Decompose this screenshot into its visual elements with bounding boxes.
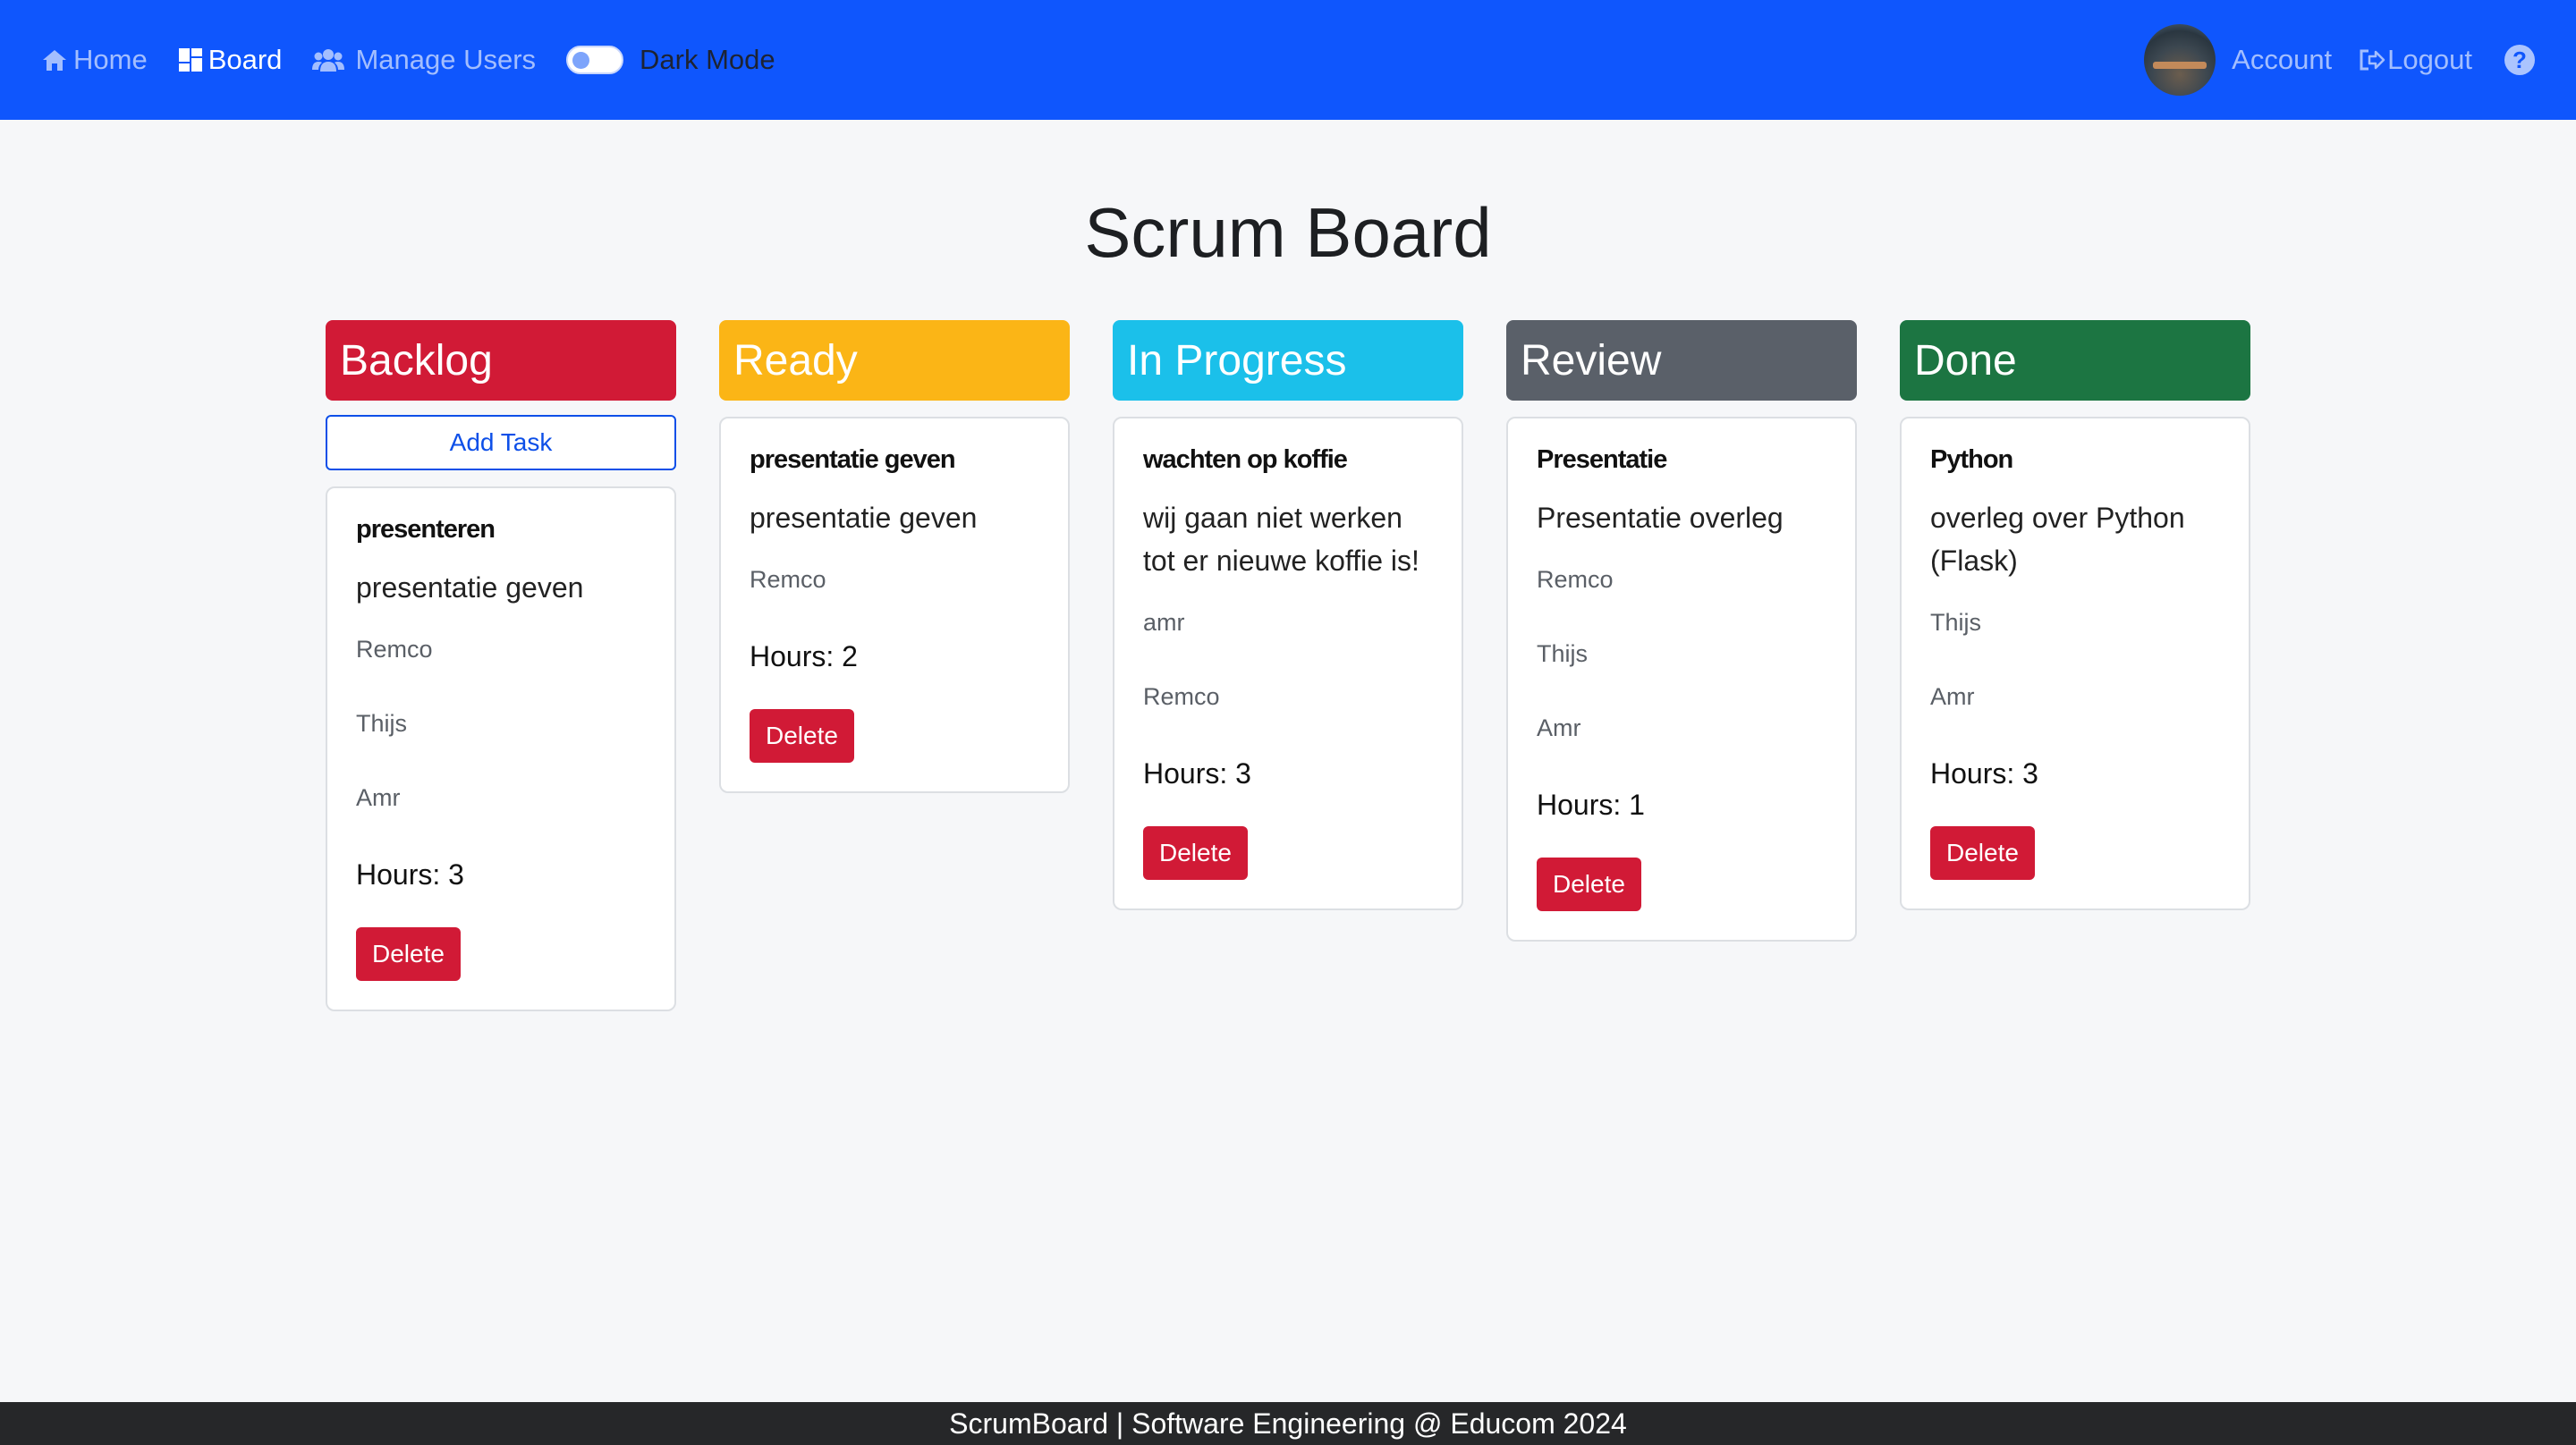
task-card[interactable]: presentatie geven presentatie geven Remco H… [719,417,1070,793]
task-hours: Hours: 3 [1143,757,1251,790]
delete-button[interactable]: Delete [750,709,854,763]
nav-logout-label: Logout [2387,44,2472,75]
task-description: presentatie geven [750,502,978,534]
column-header: Backlog [326,320,676,401]
nav-board-label: Board [208,44,283,75]
column-header: Review [1506,320,1857,401]
task-hours: Hours: 3 [356,858,464,891]
nav-logout-link[interactable]: Logout [2359,44,2472,76]
column-done: Done Python overleg over Python (Flask) Thi… [1900,320,2250,910]
nav-left-group: Home Board Manage Users Dark Mode [41,44,775,76]
task-assignee: Remco [1143,683,1220,710]
column-review: Review Presentatie Presentatie overleg Remc… [1506,320,1857,942]
board-icon [178,47,203,72]
task-title: Presentatie [1537,445,1667,474]
task-card[interactable]: Presentatie Presentatie overleg Remco Thijs… [1506,417,1857,942]
logout-icon [2359,48,2385,72]
column-header: Done [1900,320,2250,401]
toggle-knob [572,52,590,69]
task-assignee: Thijs [1930,609,1982,636]
nav-manage-users-link[interactable]: Manage Users [312,44,536,76]
nav-home-label: Home [73,44,148,75]
column-in-progress: In Progress wachten op koffie wij gaan nie… [1113,320,1463,910]
task-title: presenteren [356,515,496,544]
footer-text: ScrumBoard | Software Engineering @ Educ… [949,1407,1627,1440]
task-description: Presentatie overleg [1537,502,1784,534]
task-assignee: amr [1143,609,1185,636]
add-task-button[interactable]: Add Task [326,415,676,470]
column-header: Ready [719,320,1070,401]
task-assignee: Amr [1930,683,1975,710]
task-assignee: Remco [750,566,826,593]
task-title: wachten op koffie [1143,445,1348,474]
footer: ScrumBoard | Software Engineering @ Educ… [0,1402,2576,1445]
task-description: wij gaan niet werken tot er nieuwe koffi… [1143,502,1419,577]
nav-account-link[interactable]: Account [2232,44,2332,76]
task-card[interactable]: wachten op koffie wij gaan niet werken to… [1113,417,1463,910]
task-title: Python [1930,445,2013,474]
help-icon[interactable]: ? [2504,45,2535,75]
task-card[interactable]: Python overleg over Python (Flask) Thijs Am… [1900,417,2250,910]
column-ready: Ready presentatie geven presentatie geven R… [719,320,1070,793]
help-glyph: ? [2512,46,2527,73]
dark-mode-toggle[interactable] [566,46,624,74]
home-icon [41,47,68,72]
scrum-board: Backlog Add Task presenteren presentatie ge… [326,320,2250,1011]
task-assignee: Thijs [1537,640,1589,667]
page-title: Scrum Board [1084,193,1492,272]
task-assignee: Amr [356,784,401,811]
task-description: overleg over Python (Flask) [1930,502,2185,577]
column-header: In Progress [1113,320,1463,401]
task-hours: Hours: 1 [1537,789,1645,821]
nav-manage-users-label: Manage Users [355,44,537,75]
dark-mode-label: Dark Mode [640,44,775,75]
task-description: presentatie geven [356,571,584,604]
task-assignee: Amr [1537,714,1581,741]
delete-button[interactable]: Delete [1143,826,1248,880]
task-card[interactable]: presenteren presentatie geven Remco Thijs Am… [326,486,676,1011]
task-hours: Hours: 3 [1930,757,2038,790]
task-assignee: Remco [1537,566,1614,593]
nav-account-label: Account [2232,44,2333,75]
nav-home-link[interactable]: Home [41,44,148,76]
delete-button[interactable]: Delete [356,927,461,981]
nav-board-link[interactable]: Board [178,44,283,76]
avatar[interactable] [2144,24,2216,96]
column-backlog: Backlog Add Task presenteren presentatie ge… [326,320,676,1011]
task-title: presentatie geven [750,445,956,474]
users-icon [312,47,345,72]
top-navbar: Home Board Manage Users Dark Mode Accoun… [0,0,2576,120]
task-assignee: Remco [356,636,433,663]
delete-button[interactable]: Delete [1930,826,2035,880]
delete-button[interactable]: Delete [1537,858,1641,911]
task-hours: Hours: 2 [750,640,858,672]
task-assignee: Thijs [356,710,408,737]
nav-right-group: Account Logout ? [2144,24,2535,96]
